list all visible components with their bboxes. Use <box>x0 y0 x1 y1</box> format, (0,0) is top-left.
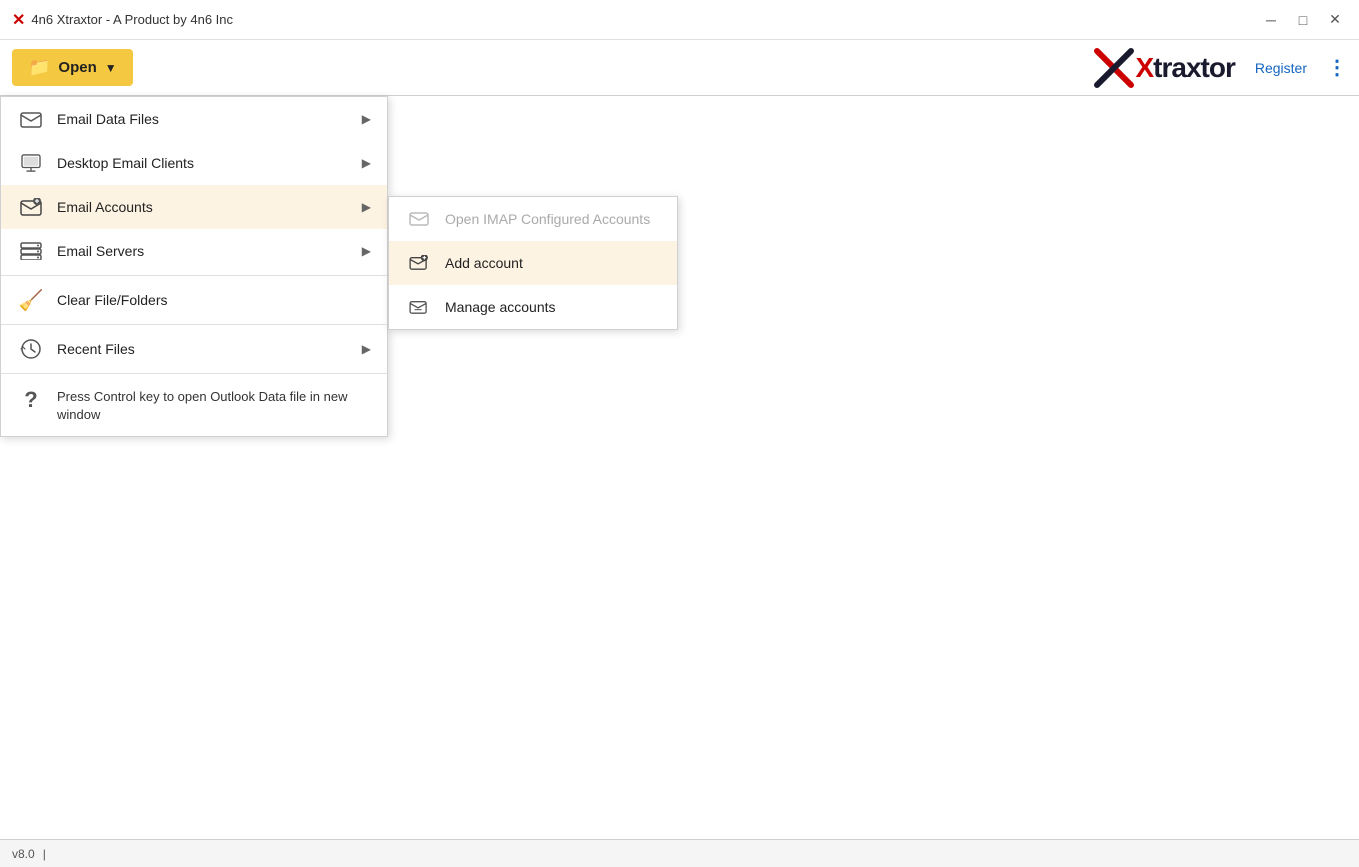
open-button-label: Open <box>58 59 96 76</box>
maximize-button[interactable]: □ <box>1291 8 1315 32</box>
menu-item-help-hint: ? Press Control key to open Outlook Data… <box>1 376 387 436</box>
email-accounts-submenu: Open IMAP Configured Accounts Add accoun… <box>388 196 678 330</box>
add-account-icon <box>405 253 433 273</box>
email-servers-chevron: ▶ <box>362 244 371 258</box>
folder-icon: 📁 <box>28 57 50 78</box>
menu-item-email-servers[interactable]: Email Servers ▶ <box>1 229 387 273</box>
app-logo: Xtraxtor <box>1093 47 1234 89</box>
menu-item-desktop-email-clients-label: Desktop Email Clients <box>57 155 362 171</box>
status-separator: | <box>43 847 46 861</box>
menu-item-clear-file-folders-label: Clear File/Folders <box>57 292 371 308</box>
logo-area: Xtraxtor Register ⋮ <box>1093 47 1347 89</box>
menu-divider-1 <box>1 275 387 276</box>
menu-item-email-data-files-label: Email Data Files <box>57 111 362 127</box>
status-bar: v8.0 | <box>0 839 1359 867</box>
menu-item-recent-files-label: Recent Files <box>57 341 362 357</box>
email-servers-icon <box>17 241 45 261</box>
close-button[interactable]: ✕ <box>1323 8 1347 32</box>
menu-item-email-accounts[interactable]: Email Accounts ▶ <box>1 185 387 229</box>
recent-files-chevron: ▶ <box>362 342 371 356</box>
menu-divider-2 <box>1 324 387 325</box>
help-icon: ? <box>17 390 45 410</box>
menu-item-desktop-email-clients[interactable]: Desktop Email Clients ▶ <box>1 141 387 185</box>
submenu-item-manage-accounts-label: Manage accounts <box>445 299 556 315</box>
submenu-item-manage-accounts[interactable]: Manage accounts <box>389 285 677 329</box>
menu-item-email-data-files[interactable]: Email Data Files ▶ <box>1 97 387 141</box>
logo-text: Xtraxtor <box>1135 52 1234 84</box>
desktop-email-clients-icon <box>17 153 45 173</box>
email-data-files-chevron: ▶ <box>362 112 371 126</box>
title-bar: ✕ 4n6 Xtraxtor - A Product by 4n6 Inc ─ … <box>0 0 1359 40</box>
submenu-item-open-imap: Open IMAP Configured Accounts <box>389 197 677 241</box>
email-data-files-icon <box>17 109 45 129</box>
open-button-chevron: ▼ <box>105 61 117 75</box>
more-options-button[interactable]: ⋮ <box>1327 55 1347 80</box>
open-imap-icon <box>405 209 433 229</box>
logo-svg <box>1093 47 1135 89</box>
minimize-button[interactable]: ─ <box>1259 8 1283 32</box>
submenu-item-add-account[interactable]: Add account <box>389 241 677 285</box>
toolbar: 📁 Open ▼ Xtraxtor Register ⋮ <box>0 40 1359 96</box>
email-accounts-icon <box>17 197 45 217</box>
register-button[interactable]: Register <box>1255 60 1307 76</box>
open-dropdown-menu: Email Data Files ▶ Desktop Email Clients… <box>0 96 388 437</box>
app-icon: ✕ <box>12 10 25 30</box>
desktop-email-clients-chevron: ▶ <box>362 156 371 170</box>
open-button[interactable]: 📁 Open ▼ <box>12 49 133 86</box>
submenu-item-open-imap-label: Open IMAP Configured Accounts <box>445 211 650 227</box>
window-controls: ─ □ ✕ <box>1259 8 1347 32</box>
menu-item-email-accounts-label: Email Accounts <box>57 199 362 215</box>
menu-item-recent-files[interactable]: Recent Files ▶ <box>1 327 387 371</box>
menu-item-help-hint-label: Press Control key to open Outlook Data f… <box>57 388 371 424</box>
clear-file-folders-icon: 🧹 <box>17 290 45 310</box>
submenu-item-add-account-label: Add account <box>445 255 523 271</box>
menu-divider-3 <box>1 373 387 374</box>
recent-files-icon <box>17 339 45 359</box>
version-label: v8.0 <box>12 847 35 861</box>
window-title: 4n6 Xtraxtor - A Product by 4n6 Inc <box>31 12 1259 27</box>
menu-item-clear-file-folders[interactable]: 🧹 Clear File/Folders <box>1 278 387 322</box>
main-content: Email Data Files ▶ Desktop Email Clients… <box>0 96 1359 839</box>
manage-accounts-icon <box>405 297 433 317</box>
menu-item-email-servers-label: Email Servers <box>57 243 362 259</box>
email-accounts-chevron: ▶ <box>362 200 371 214</box>
